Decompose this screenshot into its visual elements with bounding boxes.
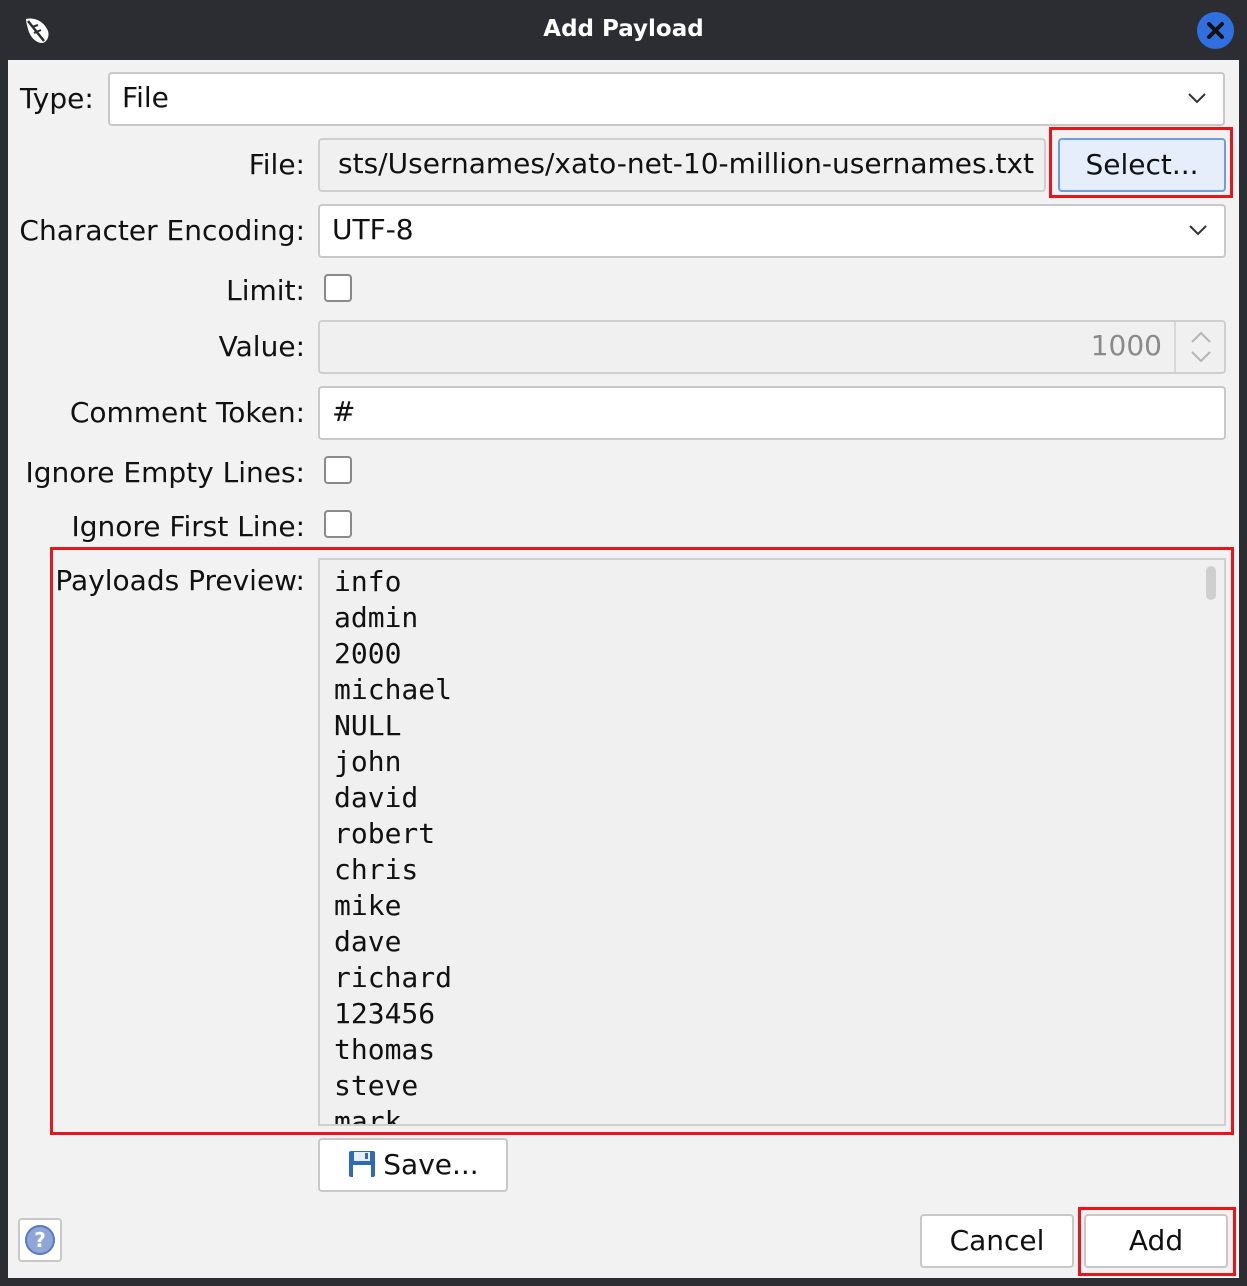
spinner-buttons[interactable] [1174, 322, 1224, 372]
cancel-button[interactable]: Cancel [920, 1214, 1074, 1268]
ignore-first-line-checkbox[interactable] [324, 510, 352, 538]
encoding-label: Character Encoding: [19, 214, 305, 247]
preview-item: 123456 [334, 997, 436, 1030]
preview-item: richard [334, 961, 453, 994]
preview-item: steve [334, 1069, 419, 1102]
encoding-select[interactable]: UTF-8 [318, 204, 1226, 258]
chevron-down-icon [1188, 93, 1206, 104]
add-button[interactable]: Add [1084, 1214, 1228, 1268]
chevron-down-icon [1189, 225, 1207, 236]
payloads-preview-list[interactable]: info admin 2000 michael NULL john david robert c… [318, 558, 1226, 1126]
comment-token-value: # [332, 395, 356, 428]
preview-scrollbar[interactable] [1206, 566, 1216, 600]
spinner-arrows-icon [1191, 331, 1211, 363]
comment-token-label: Comment Token: [69, 396, 305, 429]
ignore-empty-lines-checkbox[interactable] [324, 456, 352, 484]
file-label: File: [248, 148, 305, 181]
limit-label: Limit: [226, 274, 305, 307]
value-spinner-value: 1000 [1090, 329, 1162, 362]
ignore-empty-lines-label: Ignore Empty Lines: [25, 456, 306, 489]
preview-item: mark [334, 1105, 402, 1126]
preview-item: john [334, 745, 402, 778]
type-label: Type: [20, 82, 94, 115]
preview-items: info admin 2000 michael NULL john david robert c… [334, 564, 453, 1126]
ignore-first-line-label: Ignore First Line: [71, 510, 305, 543]
preview-item: admin [334, 601, 419, 634]
limit-checkbox[interactable] [324, 274, 352, 302]
preview-item: 2000 [334, 637, 402, 670]
preview-item: chris [334, 853, 419, 886]
preview-item: info [334, 565, 402, 598]
comment-token-input[interactable]: # [318, 386, 1226, 440]
preview-item: thomas [334, 1033, 436, 1066]
preview-item: robert [334, 817, 436, 850]
preview-item: dave [334, 925, 402, 958]
save-button[interactable]: Save... [318, 1138, 508, 1192]
close-button[interactable] [1197, 12, 1234, 49]
file-path-field[interactable]: sts/Usernames/xato-net-10-million-userna… [318, 138, 1046, 192]
dialog-title: Add Payload [543, 16, 704, 42]
preview-item: michael [334, 673, 453, 706]
floppy-disk-icon [349, 1151, 376, 1177]
preview-item: david [334, 781, 419, 814]
encoding-select-value: UTF-8 [332, 213, 414, 246]
save-button-label: Save... [383, 1148, 479, 1181]
value-spinner[interactable]: 1000 [318, 320, 1226, 374]
preview-item: mike [334, 889, 402, 922]
svg-text:?: ? [34, 1228, 46, 1252]
title-bar[interactable]: Add Payload [0, 0, 1247, 60]
help-button[interactable]: ? [18, 1218, 62, 1262]
add-payload-dialog: Add Payload Type: File File: sts/Usernam… [0, 0, 1247, 1286]
payloads-preview-label: Payloads Preview: [55, 564, 305, 597]
file-path-value: sts/Usernames/xato-net-10-million-userna… [338, 147, 1034, 180]
type-select[interactable]: File [108, 72, 1225, 126]
type-select-value: File [122, 81, 169, 114]
preview-item: NULL [334, 709, 402, 742]
close-icon [1207, 22, 1224, 39]
select-file-button[interactable]: Select... [1058, 138, 1226, 192]
help-icon: ? [25, 1225, 55, 1255]
value-label: Value: [218, 330, 305, 363]
